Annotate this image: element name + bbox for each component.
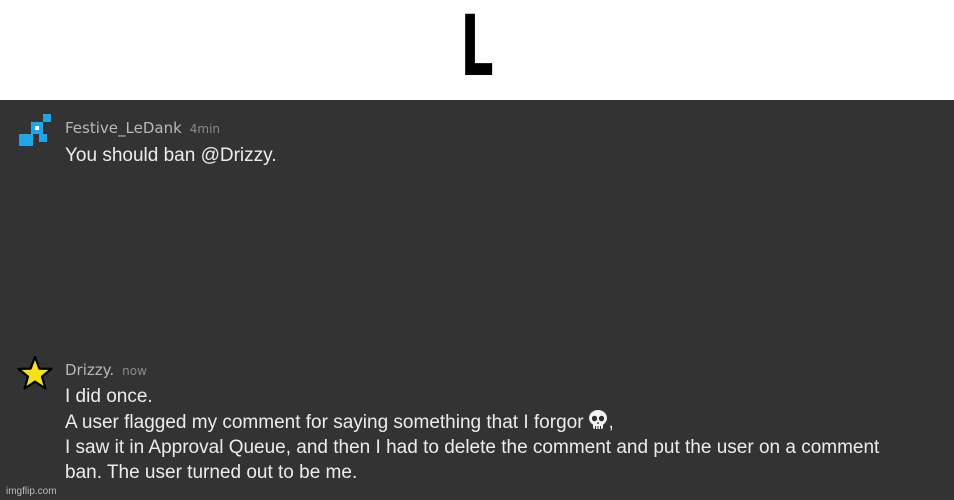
imgflip-watermark: imgflip.com	[6, 486, 57, 497]
skull-emoji-icon	[587, 409, 609, 437]
caption-text: L	[460, 0, 494, 95]
comment-username[interactable]: Drizzy. now	[65, 361, 147, 379]
comment-username[interactable]: Festive_LeDank 4min	[65, 119, 220, 137]
comment-thread: Festive_LeDank 4min You should ban @Drizz…	[0, 100, 954, 500]
comment-timestamp: 4min	[189, 122, 221, 136]
comment-text-line: I did once.	[65, 386, 153, 407]
blue-pixel-avatar-graphic	[19, 114, 51, 146]
username-text[interactable]: Drizzy.	[65, 361, 114, 379]
star-avatar-icon[interactable]	[17, 355, 53, 392]
comment-text-segment: ,	[608, 412, 614, 433]
star-avatar-graphic	[17, 355, 53, 390]
comment-text-segment: A user flagged my comment for saying som…	[65, 412, 584, 433]
username-text[interactable]: Festive_LeDank	[65, 119, 182, 137]
comment-text-line: A user flagged my comment for saying som…	[65, 409, 614, 437]
comment-text-line: ban. The user turned out to be me.	[65, 462, 358, 483]
comment-text-line: I saw it in Approval Queue, and then I h…	[65, 437, 880, 458]
caption-area: L	[0, 0, 954, 100]
blue-pixel-avatar-icon[interactable]	[17, 112, 53, 148]
meme-page: L Festive_LeDank 4min You should ban @Dri…	[0, 0, 954, 500]
comment-timestamp: now	[122, 364, 147, 378]
comment-text-line: You should ban @Drizzy.	[65, 145, 277, 166]
